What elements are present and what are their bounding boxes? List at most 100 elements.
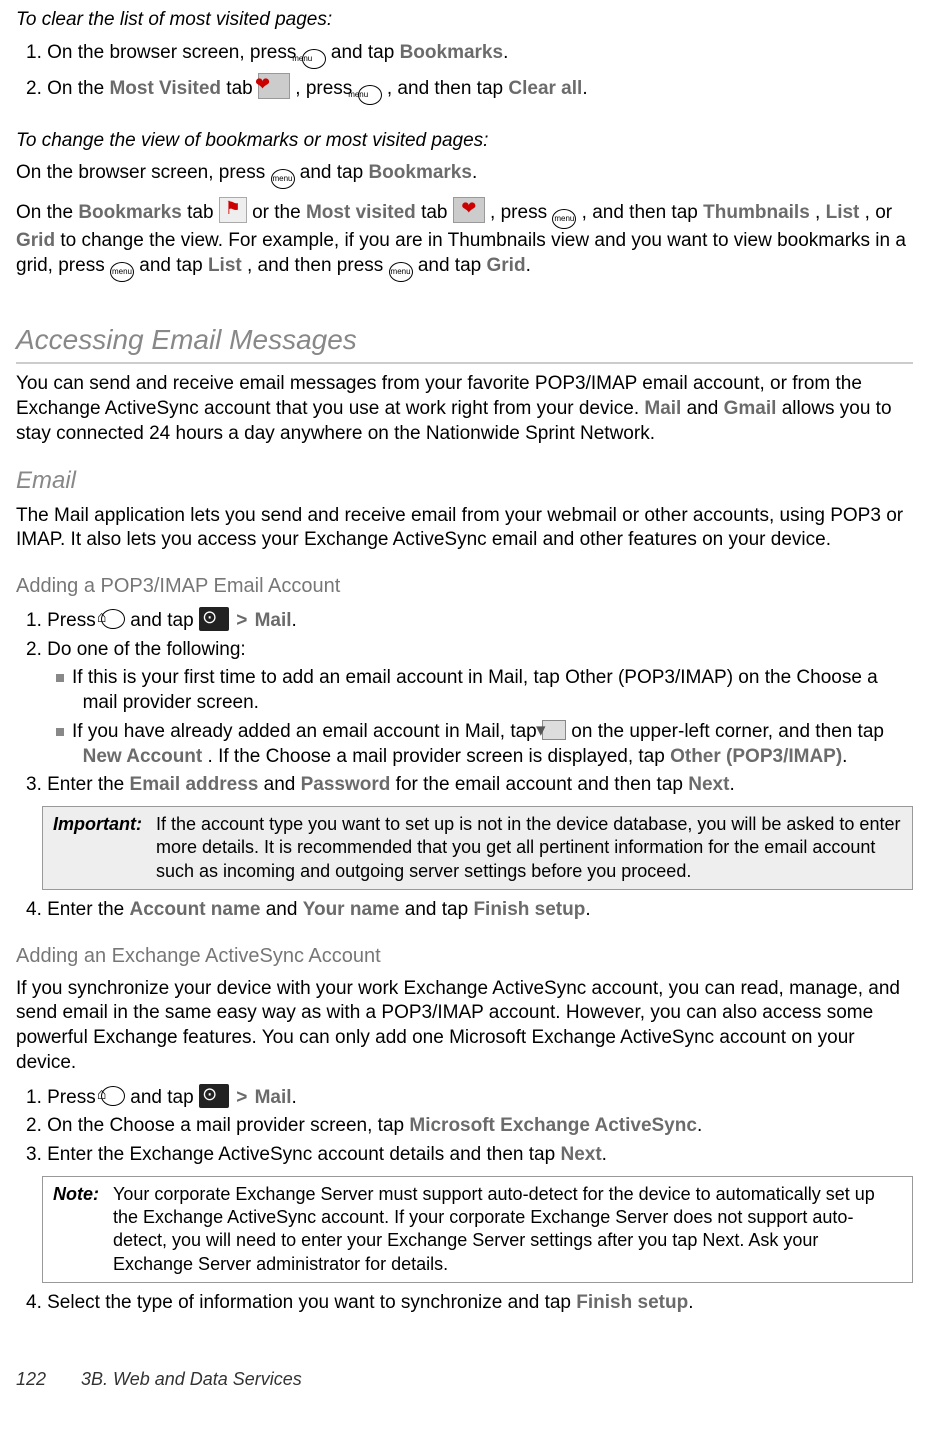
text: .: [503, 42, 508, 63]
email-subheading: Email: [16, 465, 913, 496]
menu-icon: menu: [389, 262, 413, 282]
email-paragraph: The Mail application lets you send and r…: [16, 504, 913, 553]
note-label: Note:: [53, 1183, 113, 1277]
text: If you have already added an email accou…: [72, 721, 542, 742]
section2-para1: On the browser screen, press menu and ta…: [16, 161, 913, 189]
text: If this is your first time to add an ema…: [72, 667, 878, 713]
ex-step3: 3. Enter the Exchange ActiveSync account…: [26, 1143, 913, 1168]
text: .: [526, 255, 531, 276]
section1-step1: 1. On the browser screen, press menu and…: [26, 41, 913, 69]
text: .: [697, 1115, 702, 1136]
menu-icon: menu: [271, 169, 295, 189]
text: and tap: [300, 162, 369, 183]
section2-title: To change the view of bookmarks or most …: [16, 129, 913, 154]
text: and tap: [405, 899, 474, 920]
text: on the upper-left corner, and then tap: [571, 721, 884, 742]
text: tab: [187, 202, 219, 223]
page-body: To clear the list of most visited pages:…: [0, 8, 945, 1316]
email-address-label: Email address: [130, 774, 259, 795]
your-name-label: Your name: [303, 899, 400, 920]
text: .: [585, 899, 590, 920]
text: or the: [252, 202, 306, 223]
accessing-email-heading: Accessing Email Messages: [16, 322, 913, 364]
text: ,: [815, 202, 826, 223]
pop3-step2: 2. Do one of the following:: [26, 638, 913, 663]
text: and: [687, 398, 724, 419]
text: .: [688, 1292, 693, 1313]
dropdown-icon: [542, 720, 566, 740]
footer-section-title: 3B. Web and Data Services: [81, 1369, 302, 1389]
text: , and then tap: [387, 78, 509, 99]
menu-icon: menu: [302, 49, 326, 69]
text: 3. Enter the: [26, 774, 130, 795]
section2-para2: On the Bookmarks tab or the Most visited…: [16, 197, 913, 282]
pop3-bullet1: If this is your first time to add an ema…: [56, 666, 913, 715]
text: , and then tap: [582, 202, 704, 223]
text: and: [264, 774, 301, 795]
exchange-paragraph: If you synchronize your device with your…: [16, 977, 913, 1076]
menu-icon: menu: [358, 85, 382, 105]
important-box: Important: If the account type you want …: [42, 806, 913, 890]
text: 3. Enter the Exchange ActiveSync account…: [26, 1144, 560, 1165]
access-paragraph: You can send and receive email messages …: [16, 372, 913, 446]
text: .: [472, 162, 477, 183]
breadcrumb-separator: >: [234, 610, 254, 631]
note-text: Your corporate Exchange Server must supp…: [113, 1183, 902, 1277]
bookmark-tab-icon: [219, 197, 247, 223]
heart-icon: [258, 73, 290, 99]
text: , and then press: [247, 255, 389, 276]
text: 2. On the: [26, 78, 109, 99]
ex-step2: 2. On the Choose a mail provider screen,…: [26, 1114, 913, 1139]
text: 1. Press: [26, 610, 101, 631]
apps-icon: [199, 1084, 229, 1108]
text: and tap: [130, 1087, 199, 1108]
text: and tap: [139, 255, 208, 276]
heart-icon: [453, 197, 485, 223]
text: 4. Enter the: [26, 899, 130, 920]
important-text: If the account type you want to set up i…: [156, 813, 902, 883]
text: .: [729, 774, 734, 795]
text: tab: [421, 202, 453, 223]
note-box: Note: Your corporate Exchange Server mus…: [42, 1176, 913, 1284]
finish-setup-label: Finish setup: [576, 1292, 688, 1313]
text: .: [602, 1144, 607, 1165]
pop3-heading: Adding a POP3/IMAP Email Account: [16, 573, 913, 599]
gmail-label: Gmail: [724, 398, 777, 419]
text: and tap: [130, 610, 199, 631]
mail-label: Mail: [644, 398, 681, 419]
text: and: [266, 899, 303, 920]
next-label: Next: [560, 1144, 601, 1165]
text: On the browser screen, press: [16, 162, 271, 183]
menu-icon: menu: [552, 209, 576, 229]
ex-step4: 4. Select the type of information you wa…: [26, 1291, 913, 1316]
text: tab: [226, 78, 258, 99]
text: .: [292, 610, 297, 631]
home-icon: [101, 1086, 125, 1106]
next-label: Next: [688, 774, 729, 795]
most-visited-label: Most Visited: [109, 78, 221, 99]
bullet-icon: [56, 728, 64, 736]
text: . If the Choose a mail provider screen i…: [208, 746, 671, 767]
bookmarks-label: Bookmarks: [400, 42, 504, 63]
section1-title: To clear the list of most visited pages:: [16, 8, 913, 33]
ex-step1: 1. Press and tap > Mail.: [26, 1084, 913, 1111]
text: , or: [865, 202, 892, 223]
text: 1. On the browser screen, press: [26, 42, 302, 63]
text: 2. On the Choose a mail provider screen,…: [26, 1115, 409, 1136]
account-name-label: Account name: [130, 899, 261, 920]
grid-label: Grid: [487, 255, 526, 276]
heading-text: Accessing Email Messages: [16, 322, 913, 364]
apps-icon: [199, 607, 229, 631]
pop3-step4: 4. Enter the Account name and Your name …: [26, 898, 913, 923]
other-pop3-label: Other (POP3/IMAP): [670, 746, 842, 767]
bookmarks-label: Bookmarks: [78, 202, 182, 223]
clear-all-label: Clear all: [508, 78, 582, 99]
mail-label: Mail: [255, 610, 292, 631]
grid-label: Grid: [16, 230, 55, 251]
mail-label: Mail: [255, 1087, 292, 1108]
finish-setup-label: Finish setup: [473, 899, 585, 920]
new-account-label: New Account: [83, 746, 203, 767]
text: , press: [490, 202, 552, 223]
text: .: [292, 1087, 297, 1108]
password-label: Password: [301, 774, 391, 795]
